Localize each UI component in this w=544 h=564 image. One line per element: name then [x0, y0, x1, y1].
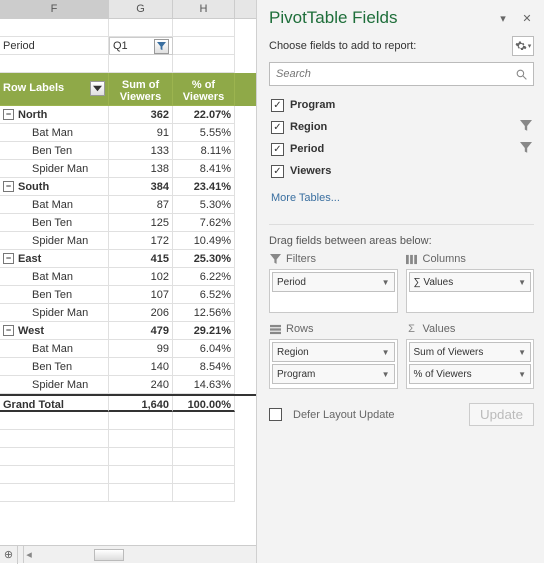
area-field[interactable]: % of Viewers▼: [409, 364, 532, 384]
panel-title: PivotTable Fields: [269, 8, 398, 28]
area-filters[interactable]: FiltersPeriod▼: [269, 253, 398, 313]
field-viewers[interactable]: Viewers: [269, 160, 534, 182]
col-F[interactable]: F: [0, 0, 109, 18]
more-tables-link[interactable]: More Tables...: [271, 192, 534, 204]
grand[interactable]: Grand Total1,640100.00%: [0, 394, 256, 412]
filter-icon[interactable]: [520, 142, 532, 157]
region[interactable]: −South38423.41%: [0, 178, 256, 196]
row[interactable]: [0, 430, 256, 448]
collapse-icon[interactable]: −: [3, 109, 14, 120]
checkbox-icon[interactable]: [271, 165, 284, 178]
horizontal-scrollbar[interactable]: ⊕ ◂: [0, 545, 256, 563]
pivottable-fields-panel: PivotTable Fields ▾ ✕ Choose fields to a…: [256, 0, 544, 563]
area-field[interactable]: Period▼: [272, 272, 395, 292]
row[interactable]: [0, 19, 256, 37]
sub[interactable]: Bat Man915.55%: [0, 124, 256, 142]
dropdown-icon[interactable]: ▾: [496, 11, 510, 25]
add-sheet-icon[interactable]: ⊕: [0, 546, 18, 564]
area-rows[interactable]: RowsRegion▼Program▼: [269, 323, 398, 389]
spreadsheet-grid[interactable]: PeriodQ1 Row LabelsSum of Viewers% of Vie…: [0, 19, 256, 545]
region[interactable]: −East41525.30%: [0, 250, 256, 268]
chevron-down-icon[interactable]: ▼: [518, 370, 526, 379]
checkbox-icon[interactable]: [271, 143, 284, 156]
search-field[interactable]: [270, 63, 509, 85]
chevron-down-icon[interactable]: ▼: [382, 370, 390, 379]
sub[interactable]: Bat Man996.04%: [0, 340, 256, 358]
row[interactable]: [0, 55, 256, 73]
values-icon: Σ: [406, 323, 418, 335]
sub[interactable]: Ben Ten1408.54%: [0, 358, 256, 376]
sub[interactable]: Bat Man1026.22%: [0, 268, 256, 286]
area-field[interactable]: ∑ Values▼: [409, 272, 532, 292]
defer-checkbox[interactable]: Defer Layout Update: [269, 408, 395, 421]
checkbox-icon[interactable]: [271, 121, 284, 134]
close-icon[interactable]: ✕: [520, 11, 534, 25]
drag-text: Drag fields between areas below:: [269, 224, 534, 247]
filter-icon[interactable]: [520, 120, 532, 135]
collapse-icon[interactable]: −: [3, 181, 14, 192]
scroll-thumb[interactable]: [94, 549, 124, 561]
sub[interactable]: Spider Man20612.56%: [0, 304, 256, 322]
pct-header: % of Viewers: [173, 73, 235, 106]
chevron-down-icon[interactable]: ▼: [382, 278, 390, 287]
rows-icon: [269, 323, 281, 335]
region[interactable]: −West47929.21%: [0, 322, 256, 340]
row[interactable]: [0, 448, 256, 466]
row-labels-header[interactable]: Row Labels: [0, 73, 109, 106]
row[interactable]: [0, 466, 256, 484]
row[interactable]: PeriodQ1: [0, 37, 256, 55]
field-program[interactable]: Program: [269, 94, 534, 116]
collapse-icon[interactable]: −: [3, 253, 14, 264]
chevron-down-icon[interactable]: ▼: [518, 348, 526, 357]
checkbox-icon[interactable]: [271, 99, 284, 112]
area-field[interactable]: Program▼: [272, 364, 395, 384]
area-field[interactable]: Region▼: [272, 342, 395, 362]
search-icon[interactable]: [509, 63, 533, 85]
panel-subtitle: Choose fields to add to report:: [269, 40, 416, 52]
sub[interactable]: Spider Man1388.41%: [0, 160, 256, 178]
col-H[interactable]: H: [173, 0, 235, 18]
gear-icon[interactable]: ▾: [512, 36, 534, 56]
row[interactable]: [0, 484, 256, 502]
collapse-icon[interactable]: −: [3, 325, 14, 336]
update-button[interactable]: Update: [469, 403, 534, 426]
column-headers: F G H: [0, 0, 256, 19]
sub[interactable]: Spider Man24014.63%: [0, 376, 256, 394]
sub[interactable]: Bat Man875.30%: [0, 196, 256, 214]
filter-icon[interactable]: [90, 81, 105, 96]
sum-header: Sum of Viewers: [109, 73, 173, 106]
area-columns[interactable]: Columns∑ Values▼: [406, 253, 535, 313]
filters-icon: [269, 253, 281, 265]
columns-icon: [406, 253, 418, 265]
filter-icon[interactable]: [154, 39, 169, 54]
area-field[interactable]: Sum of Viewers▼: [409, 342, 532, 362]
field-region[interactable]: Region: [269, 116, 534, 138]
region[interactable]: −North36222.07%: [0, 106, 256, 124]
row[interactable]: [0, 412, 256, 430]
field-period[interactable]: Period: [269, 138, 534, 160]
col-G[interactable]: G: [109, 0, 173, 18]
area-values[interactable]: ΣValuesSum of Viewers▼% of Viewers▼: [406, 323, 535, 389]
sub[interactable]: Spider Man17210.49%: [0, 232, 256, 250]
chevron-down-icon[interactable]: ▼: [518, 278, 526, 287]
sub[interactable]: Ben Ten1338.11%: [0, 142, 256, 160]
chevron-down-icon[interactable]: ▼: [382, 348, 390, 357]
sub[interactable]: Ben Ten1257.62%: [0, 214, 256, 232]
search-input[interactable]: [269, 62, 534, 86]
sub[interactable]: Ben Ten1076.52%: [0, 286, 256, 304]
